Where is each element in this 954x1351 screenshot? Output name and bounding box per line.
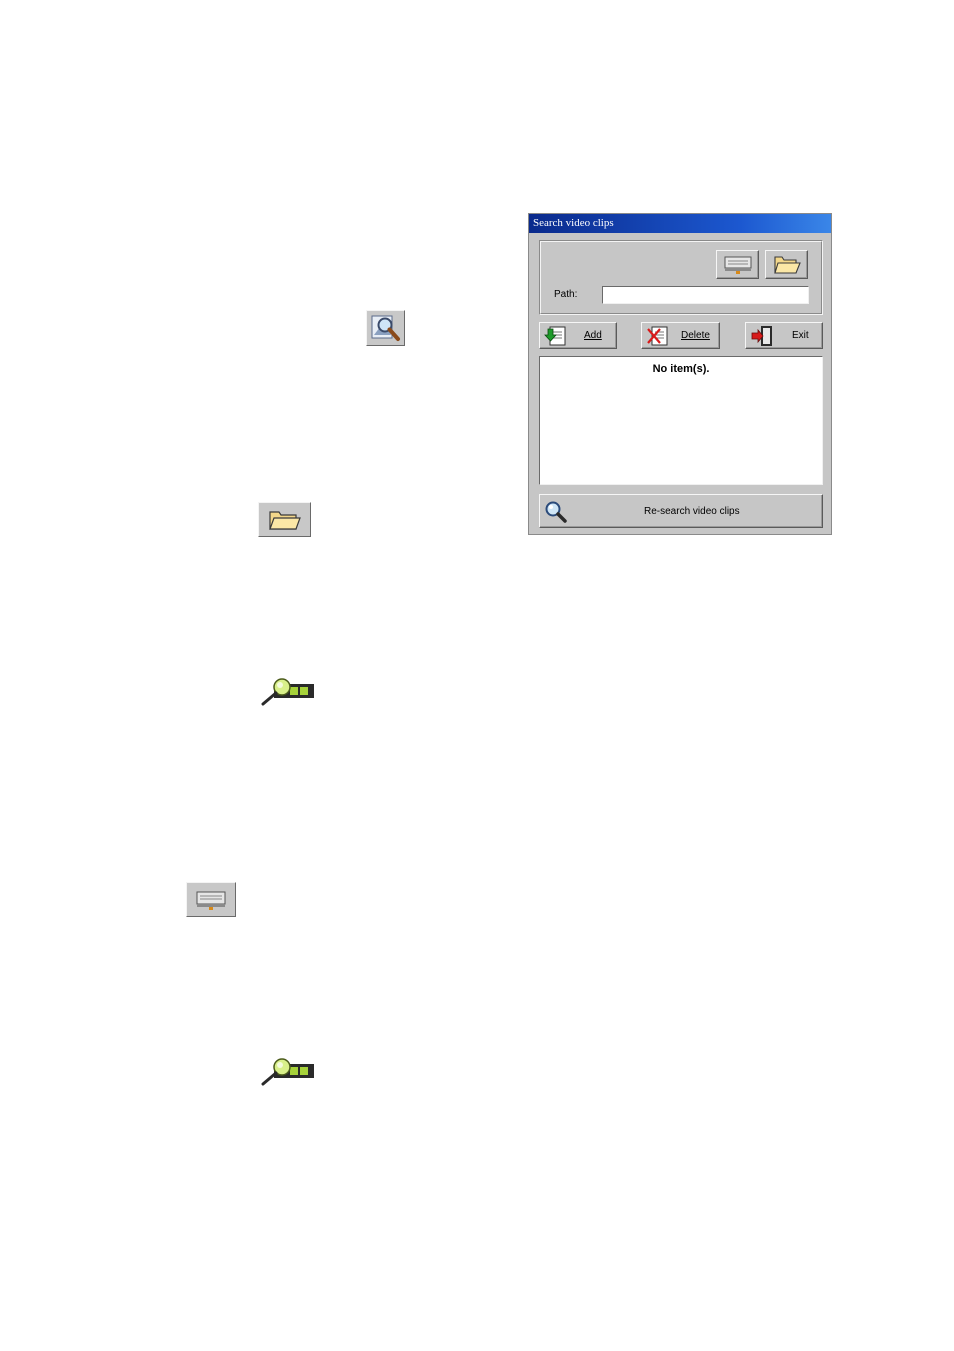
exit-button[interactable]: Exit	[745, 322, 823, 349]
research-button-label: Re-search video clips	[644, 505, 740, 517]
drive-icon	[723, 254, 753, 279]
folder-open-icon	[773, 254, 801, 279]
add-button[interactable]: Add	[539, 322, 617, 349]
path-input[interactable]	[602, 286, 809, 304]
search-clips-icon	[370, 313, 402, 343]
delete-file-icon	[646, 325, 670, 350]
add-file-icon	[544, 325, 568, 350]
drive-button[interactable]	[716, 250, 759, 279]
delete-button-label: Delete	[681, 330, 710, 341]
search-clips-button[interactable]	[366, 310, 405, 346]
open-folder-button[interactable]	[258, 502, 311, 537]
play-search-icon[interactable]	[260, 1056, 316, 1086]
search-video-clips-dialog: Search video clips Path: Add Delete Exit…	[528, 213, 832, 535]
add-button-label: Add	[584, 330, 602, 341]
browse-folder-button[interactable]	[765, 250, 808, 279]
dialog-title[interactable]: Search video clips	[529, 214, 831, 233]
magnifier-icon	[543, 500, 569, 527]
drive-icon	[194, 888, 228, 912]
exit-button-label: Exit	[792, 330, 809, 341]
path-groupbox: Path:	[539, 240, 823, 315]
video-clip-list[interactable]: No item(s).	[539, 356, 823, 485]
exit-door-icon	[750, 325, 774, 350]
delete-button[interactable]: Delete	[641, 322, 720, 349]
play-search-icon[interactable]	[260, 676, 316, 706]
folder-open-icon	[268, 508, 302, 532]
drive-button[interactable]	[186, 882, 236, 917]
empty-list-message: No item(s).	[652, 363, 710, 375]
path-label: Path:	[554, 289, 578, 300]
research-video-clips-button[interactable]: Re-search video clips	[539, 494, 823, 528]
